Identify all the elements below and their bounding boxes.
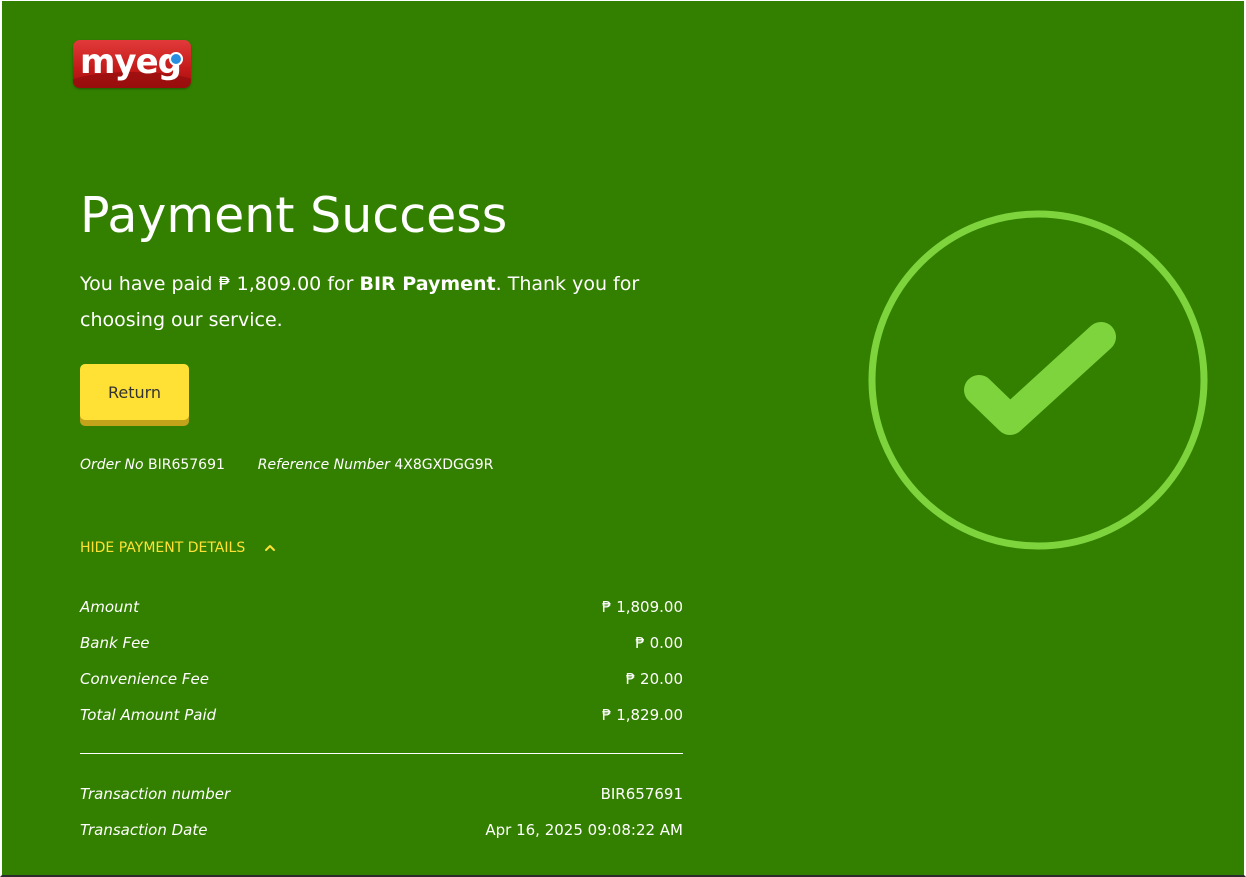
order-no-value: BIR657691: [147, 457, 225, 473]
logo-dot-icon: [169, 52, 183, 66]
detail-row-amount: Amount ₱ 1,809.00: [80, 589, 683, 625]
details-divider: [80, 753, 683, 754]
total-label: Total Amount Paid: [80, 706, 217, 724]
payment-success-page: myeg Payment Success You have paid ₱ 1,8…: [2, 1, 1244, 875]
payment-message: You have paid ₱ 1,809.00 for BIR Payment…: [80, 266, 640, 338]
transaction-number-label: Transaction number: [80, 785, 231, 803]
bank-fee-value: ₱ 0.00: [635, 634, 683, 652]
transaction-date-value: Apr 16, 2025 09:08:22 AM: [485, 821, 683, 839]
bank-fee-label: Bank Fee: [80, 634, 150, 652]
page-title: Payment Success: [80, 187, 508, 244]
order-no-label: Order No: [80, 457, 144, 473]
check-circle-icon: [868, 210, 1208, 550]
payment-details: Amount ₱ 1,809.00 Bank Fee ₱ 0.00 Conven…: [80, 589, 683, 848]
convenience-fee-label: Convenience Fee: [80, 670, 210, 688]
detail-row-bank-fee: Bank Fee ₱ 0.00: [80, 625, 683, 661]
message-amount: ₱ 1,809.00: [218, 273, 322, 295]
detail-row-total: Total Amount Paid ₱ 1,829.00: [80, 697, 683, 733]
myeg-logo[interactable]: myeg: [73, 40, 191, 88]
logo-text: myeg: [80, 42, 182, 82]
amount-value: ₱ 1,809.00: [601, 598, 683, 616]
detail-row-transaction-date: Transaction Date Apr 16, 2025 09:08:22 A…: [80, 812, 683, 848]
detail-row-convenience-fee: Convenience Fee ₱ 20.00: [80, 661, 683, 697]
order-reference-line: Order No BIR657691 Reference Number 4X8G…: [80, 457, 493, 473]
toggle-label: HIDE PAYMENT DETAILS: [80, 540, 246, 556]
total-value: ₱ 1,829.00: [601, 706, 683, 724]
hide-payment-details-toggle[interactable]: HIDE PAYMENT DETAILS: [80, 540, 276, 556]
message-prefix: You have paid: [80, 273, 219, 295]
transaction-date-label: Transaction Date: [80, 821, 208, 839]
reference-number-label: Reference Number: [257, 457, 390, 473]
transaction-number-value: BIR657691: [600, 785, 683, 803]
amount-label: Amount: [80, 598, 139, 616]
detail-row-transaction-number: Transaction number BIR657691: [80, 776, 683, 812]
reference-number-value: 4X8GXDGG9R: [394, 457, 494, 473]
convenience-fee-value: ₱ 20.00: [625, 670, 683, 688]
chevron-up-icon: [264, 545, 275, 551]
message-service: BIR Payment: [359, 273, 496, 295]
return-button[interactable]: Return: [80, 364, 189, 420]
message-middle: for: [321, 273, 360, 295]
